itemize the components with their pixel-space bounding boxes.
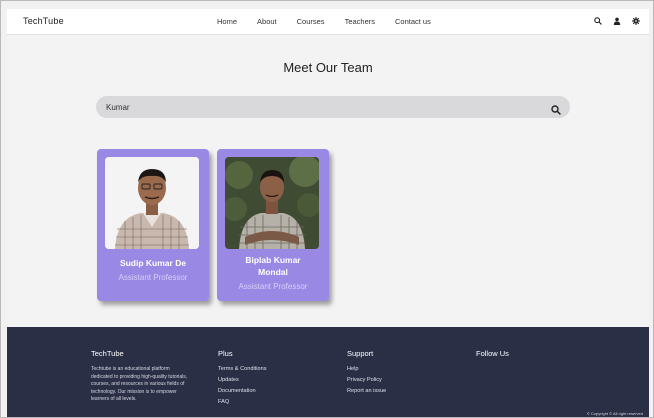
footer-link-terms[interactable]: Terms & Conditions [218,366,267,372]
nav-links: Home About Courses Teachers Contact us [217,17,451,26]
team-card[interactable]: Biplab Kumar Mondal Assistant Professor [217,149,329,301]
footer-link-report[interactable]: Report an issue [347,388,386,394]
copyright-text: © Copyright © All right reserved [586,411,643,416]
nav-home-link[interactable]: Home [217,17,237,26]
footer: TechTube Techtube is an educational plat… [7,327,649,417]
footer-link-faq[interactable]: FAQ [218,399,267,405]
nav-contact-link[interactable]: Contact us [395,17,431,26]
search-button-icon[interactable] [551,102,561,115]
team-card[interactable]: Sudip Kumar De Assistant Professor [97,149,209,301]
team-section: Meet Our Team Kumar Sudip Kumar De Assis… [7,35,649,327]
profile-photo [105,157,199,249]
member-role: Assistant Professor [118,273,188,282]
brand-logo[interactable]: TechTube [23,16,64,26]
footer-follow-column: Follow Us [476,349,509,366]
footer-about-text: Techtube is an educational platform dedi… [91,366,188,403]
nav-courses-link[interactable]: Courses [297,17,325,26]
user-icon[interactable] [612,16,622,26]
nav-icons [593,16,641,26]
page-title: Meet Our Team [283,60,373,75]
footer-support-column: Support Help Privacy Policy Report an is… [347,349,386,399]
nav-about-link[interactable]: About [257,17,277,26]
footer-link-updates[interactable]: Updates [218,377,267,383]
browser-viewport: TechTube Home About Courses Teachers Con… [0,0,654,418]
navbar: TechTube Home About Courses Teachers Con… [7,9,649,35]
footer-plus-heading: Plus [218,349,233,358]
footer-plus-column: Plus Terms & Conditions Updates Document… [218,349,267,410]
member-name-line1: Biplab Kumar [245,255,301,265]
footer-link-privacy[interactable]: Privacy Policy [347,377,386,383]
footer-about-column: TechTube Techtube is an educational plat… [91,349,191,404]
nav-teachers-link[interactable]: Teachers [345,17,375,26]
footer-support-heading: Support [347,349,374,358]
profile-photo [225,157,319,249]
footer-follow-heading: Follow Us [476,349,509,358]
search-bar [96,96,570,118]
member-role: Assistant Professor [238,282,308,291]
member-name: Sudip Kumar De [119,258,187,268]
search-icon[interactable] [593,16,603,26]
settings-icon[interactable] [631,16,641,26]
search-input[interactable] [106,100,526,114]
footer-brand-heading: TechTube [91,349,124,358]
footer-link-documentation[interactable]: Documentation [218,388,267,394]
member-name-line2: Mondal [258,267,288,277]
footer-link-help[interactable]: Help [347,366,386,372]
